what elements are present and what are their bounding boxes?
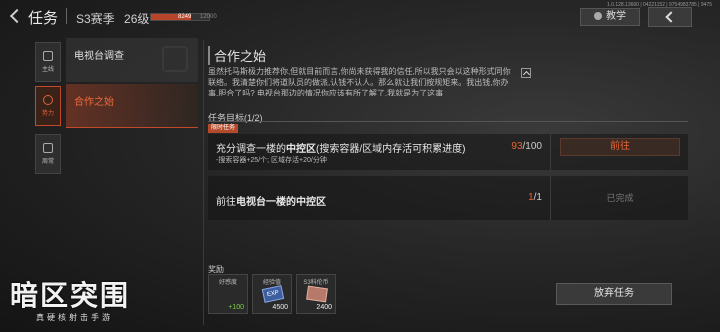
reward-value: 2400	[316, 304, 332, 311]
column-divider	[550, 134, 551, 170]
objective-highlight: 中控区	[286, 144, 316, 155]
tutorial-button[interactable]: 教学	[580, 8, 640, 26]
game-logo: 暗区突围 真硬核射击手游	[10, 280, 160, 330]
collapse-toggle-icon[interactable]	[521, 68, 531, 78]
goto-button[interactable]: 前往	[560, 138, 680, 156]
faction-icon	[43, 95, 53, 105]
objectives-header: 任务目标(1/2)	[208, 113, 263, 123]
column-divider	[550, 176, 551, 220]
objective-text: 前往电视台一楼的中控区	[216, 193, 326, 208]
tab-mainline[interactable]: 主线	[35, 42, 61, 82]
objective-prefix: 前往	[216, 197, 236, 208]
mainline-icon	[43, 51, 53, 61]
top-bar: 任务 S3赛季 26级 8249 12000 1.0.128.13660 | 0…	[0, 0, 720, 30]
logo-title: 暗区突围	[10, 280, 131, 311]
xp-max: 12000	[200, 14, 217, 20]
objective-row: 充分调查一楼的中控区(搜索容器/区域内存活可积累进度) -搜索容器+25/个; …	[208, 134, 688, 170]
objective-highlight: 电视台一楼的中控区	[236, 197, 326, 208]
logo-subtitle: 真硬核射击手游	[36, 313, 113, 322]
quest-item[interactable]: 电视台调查	[66, 38, 198, 82]
reward-name: S3科伦币	[303, 280, 329, 286]
tutorial-icon	[594, 12, 602, 20]
xp-current: 8249	[178, 14, 192, 20]
tab-weekly[interactable]: 周常	[35, 134, 61, 174]
back-arrow-icon[interactable]	[8, 9, 22, 23]
quest-item-active[interactable]: 合作之始	[66, 84, 198, 128]
quest-label: 电视台调查	[74, 51, 124, 62]
objective-row: 前往电视台一楼的中控区 1/1 已完成	[208, 176, 688, 220]
faction-emblem-icon	[162, 46, 188, 72]
objective-suffix: (搜索容器/区域内存活可积累进度)	[316, 144, 466, 155]
title-divider	[66, 8, 67, 24]
exp-icon: EXP	[261, 285, 285, 303]
progress-current: 93	[511, 141, 523, 152]
reward-name: 好感度	[218, 280, 237, 286]
level-label: 26级	[124, 12, 150, 26]
quest-label: 合作之始	[74, 97, 114, 108]
tab-label: 主线	[41, 67, 54, 73]
objective-subtext: -搜索容器+25/个; 区域存活+20/分钟	[216, 157, 327, 164]
objective-progress: 1/1	[472, 176, 542, 220]
page-title: 任务	[28, 10, 59, 27]
cash-icon	[306, 285, 328, 303]
tutorial-label: 教学	[606, 11, 626, 22]
tab-label: 势力	[41, 111, 54, 117]
objective-progress: 93/100	[472, 134, 542, 170]
reward-favor[interactable]: 好感度 +100	[208, 274, 248, 314]
weekly-icon	[43, 143, 53, 153]
season-label: S3赛季	[76, 12, 115, 26]
favor-icon	[219, 287, 239, 301]
reward-value: +100	[228, 304, 244, 311]
reward-currency[interactable]: S3科伦币 2400	[296, 274, 336, 314]
quest-title: 合作之始	[208, 46, 266, 65]
progress-total: /100	[522, 141, 542, 152]
return-button[interactable]	[648, 7, 692, 27]
tab-label: 周常	[41, 159, 54, 165]
season-info: S3赛季 26级	[76, 10, 149, 27]
abandon-quest-button[interactable]: 放弃任务	[556, 283, 672, 305]
reward-exp[interactable]: 经验值 EXP 4500	[252, 274, 292, 314]
objective-text: 充分调查一楼的中控区(搜索容器/区域内存活可积累进度)	[216, 140, 465, 155]
reward-value: 4500	[272, 304, 288, 311]
tab-faction[interactable]: 势力	[35, 86, 61, 126]
quest-description: 虽然托马斯极力推荐你,但就目前而言,你尚未获得我的信任,所以我只会以这种形式同你…	[208, 67, 511, 96]
limited-time-tag: 限时任务	[208, 124, 239, 133]
reward-name: 经验值	[262, 280, 281, 286]
progress-total: /1	[533, 192, 542, 203]
completed-label: 已完成	[606, 193, 634, 203]
objectives-divider	[208, 121, 688, 122]
objective-prefix: 充分调查一楼的	[216, 144, 286, 155]
panel-divider	[203, 40, 204, 325]
